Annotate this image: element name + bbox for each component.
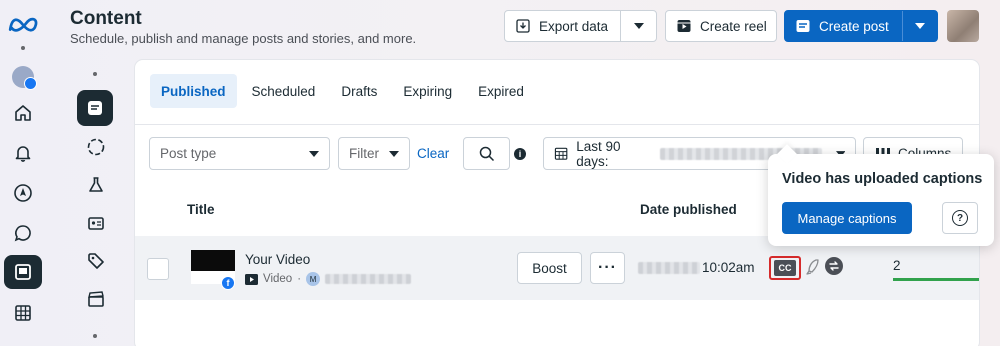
post-type-label: Video (263, 273, 293, 285)
metric-value: 2 (893, 258, 901, 273)
redacted-author-name (325, 274, 412, 284)
tab-expired[interactable]: Expired (467, 74, 535, 108)
export-dropdown-button[interactable] (621, 23, 656, 29)
post-meta: Video · M (245, 272, 412, 286)
captions-tooltip: Video has uploaded captions Manage capti… (768, 144, 994, 246)
create-post-label: Create post (819, 18, 889, 34)
filter-select[interactable]: Filter (338, 137, 410, 170)
meta-separator: · (297, 273, 302, 285)
tab-published[interactable]: Published (150, 74, 237, 108)
caret-down-icon (915, 23, 925, 29)
metric-bar (893, 278, 979, 281)
create-post-dropdown-button[interactable] (903, 23, 937, 29)
boost-button[interactable]: Boost (517, 252, 582, 284)
clapperboard-icon[interactable] (81, 284, 111, 314)
export-data-button[interactable]: Export data (505, 11, 621, 41)
column-header-date-published[interactable]: Date published (640, 202, 737, 217)
meta-logo-icon[interactable] (7, 14, 39, 34)
tab-drafts[interactable]: Drafts (330, 74, 388, 108)
sub-rail-dot-bottom (93, 334, 97, 338)
redacted-publish-date (638, 261, 700, 274)
profile-avatar[interactable] (947, 10, 979, 42)
post-icon (796, 20, 810, 32)
search-button[interactable] (463, 137, 510, 170)
content-tabs: Published Scheduled Drafts Expiring Expi… (150, 74, 535, 108)
post-type-placeholder: Post type (160, 146, 217, 161)
calendar-icon (554, 147, 568, 160)
author-avatar: M (306, 272, 321, 286)
export-data-button-group: Export data (504, 10, 657, 42)
tooltip-title: Video has uploaded captions (782, 171, 983, 187)
tab-expiring[interactable]: Expiring (392, 74, 463, 108)
global-nav-rail (0, 0, 46, 346)
caret-down-icon (633, 23, 644, 29)
content-sub-rail (74, 60, 118, 346)
publish-time: 10:02am (638, 260, 755, 275)
stories-icon[interactable] (81, 132, 111, 162)
content-nav-icon[interactable] (4, 255, 42, 289)
publish-time-label: 10:02am (702, 260, 755, 275)
caret-down-icon (389, 150, 399, 157)
post-type-select[interactable]: Post type (149, 137, 330, 170)
export-data-label: Export data (539, 18, 609, 34)
rocket-icon[interactable] (805, 258, 821, 276)
inbox-chat-icon[interactable] (10, 220, 36, 246)
search-icon (479, 146, 494, 161)
compass-icon[interactable] (10, 180, 36, 206)
more-nav-icon[interactable] (10, 336, 36, 346)
page-avatar[interactable] (12, 66, 37, 90)
posts-icon[interactable] (77, 90, 113, 126)
lab-flask-icon[interactable] (81, 170, 111, 200)
page-title: Content (70, 8, 142, 29)
captions-indicator[interactable]: CC (769, 256, 801, 280)
more-options-button[interactable]: ··· (590, 252, 625, 284)
info-icon[interactable]: i (514, 148, 526, 160)
filter-label: Filter (349, 146, 379, 161)
closed-captions-icon: CC (774, 260, 796, 276)
facebook-icon: f (221, 276, 235, 290)
help-button[interactable]: ? (942, 202, 978, 234)
clear-filters-link[interactable]: Clear (417, 146, 449, 161)
home-icon[interactable] (10, 100, 36, 126)
tag-icon[interactable] (81, 246, 111, 276)
reel-icon (677, 20, 691, 32)
rail-divider-dot (21, 46, 25, 50)
download-icon (516, 19, 530, 33)
tabs-divider (135, 124, 979, 125)
row-checkbox[interactable] (147, 258, 169, 280)
help-icon: ? (952, 210, 968, 226)
notifications-bell-icon[interactable] (10, 140, 36, 166)
create-post-button-group: Create post (784, 10, 938, 42)
create-reel-button[interactable]: Create reel (665, 10, 777, 42)
create-reel-label: Create reel (700, 18, 767, 34)
video-play-icon (245, 273, 258, 285)
page-subtitle: Schedule, publish and manage posts and s… (70, 31, 417, 46)
cross-post-icon[interactable] (825, 257, 843, 275)
create-post-button[interactable]: Create post (785, 11, 903, 41)
post-title[interactable]: Your Video (245, 252, 310, 267)
caret-down-icon (309, 150, 319, 157)
tab-scheduled[interactable]: Scheduled (241, 74, 327, 108)
table-grid-icon[interactable] (10, 300, 36, 326)
manage-captions-button[interactable]: Manage captions (782, 202, 912, 234)
sub-rail-dot-top (93, 72, 97, 76)
column-header-title[interactable]: Title (187, 202, 215, 217)
id-card-icon[interactable] (81, 208, 111, 238)
date-range-label: Last 90 days: (576, 138, 621, 169)
